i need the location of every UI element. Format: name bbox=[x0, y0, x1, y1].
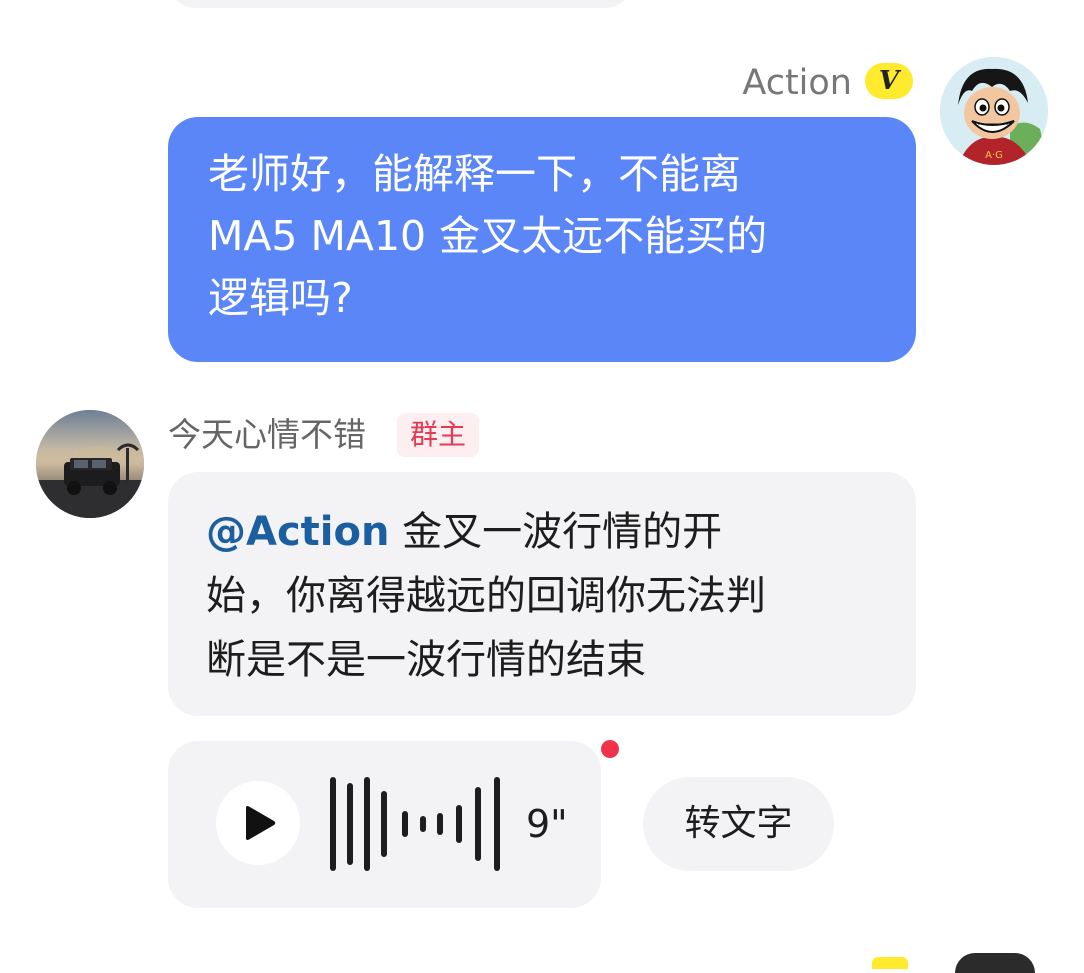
message-line: 逻辑吗? bbox=[208, 274, 353, 322]
avatar[interactable] bbox=[36, 410, 144, 518]
sender-name: 今天心情不错 bbox=[168, 415, 366, 454]
svg-text:A·G: A·G bbox=[985, 150, 1003, 161]
message-line: 始，你离得越远的回调你无法判 bbox=[206, 573, 766, 619]
waveform-icon bbox=[328, 776, 508, 872]
sender-name: Action bbox=[742, 63, 852, 103]
message-line: 金叉一波行情的开 bbox=[389, 509, 723, 555]
outgoing-message-bubble[interactable]: 老师好，能解释一下，不能离 MA5 MA10 金叉太远不能买的 逻辑吗? bbox=[168, 117, 916, 362]
avatar[interactable]: A·G bbox=[940, 57, 1048, 165]
message-text: 老师好，能解释一下，不能离 MA5 MA10 金叉太远不能买的 逻辑吗? bbox=[208, 143, 876, 329]
verified-badge bbox=[872, 957, 908, 969]
message-text: @Action 金叉一波行情的开 始，你离得越远的回调你无法判 断是不是一波行情… bbox=[206, 500, 878, 692]
group-owner-badge: 群主 bbox=[397, 413, 479, 457]
message-line: 断是不是一波行情的结束 bbox=[206, 637, 646, 683]
play-icon bbox=[246, 806, 276, 840]
cartoon-avatar-icon: A·G bbox=[940, 57, 1048, 165]
previous-message-bubble[interactable] bbox=[168, 0, 633, 8]
incoming-message-bubble[interactable]: @Action 金叉一波行情的开 始，你离得越远的回调你无法判 断是不是一波行情… bbox=[168, 472, 916, 716]
play-button[interactable] bbox=[216, 781, 300, 865]
avatar[interactable] bbox=[955, 953, 1035, 973]
verified-badge: V bbox=[865, 63, 913, 99]
car-photo-avatar-icon bbox=[36, 410, 144, 518]
message-line: MA5 MA10 金叉太远不能买的 bbox=[208, 212, 768, 260]
convert-to-text-button[interactable]: 转文字 bbox=[643, 777, 834, 871]
message-line: 老师好，能解释一下，不能离 bbox=[208, 150, 741, 198]
unread-dot bbox=[601, 740, 619, 758]
mention-link[interactable]: @Action bbox=[206, 509, 389, 555]
voice-duration: 9" bbox=[526, 802, 568, 846]
